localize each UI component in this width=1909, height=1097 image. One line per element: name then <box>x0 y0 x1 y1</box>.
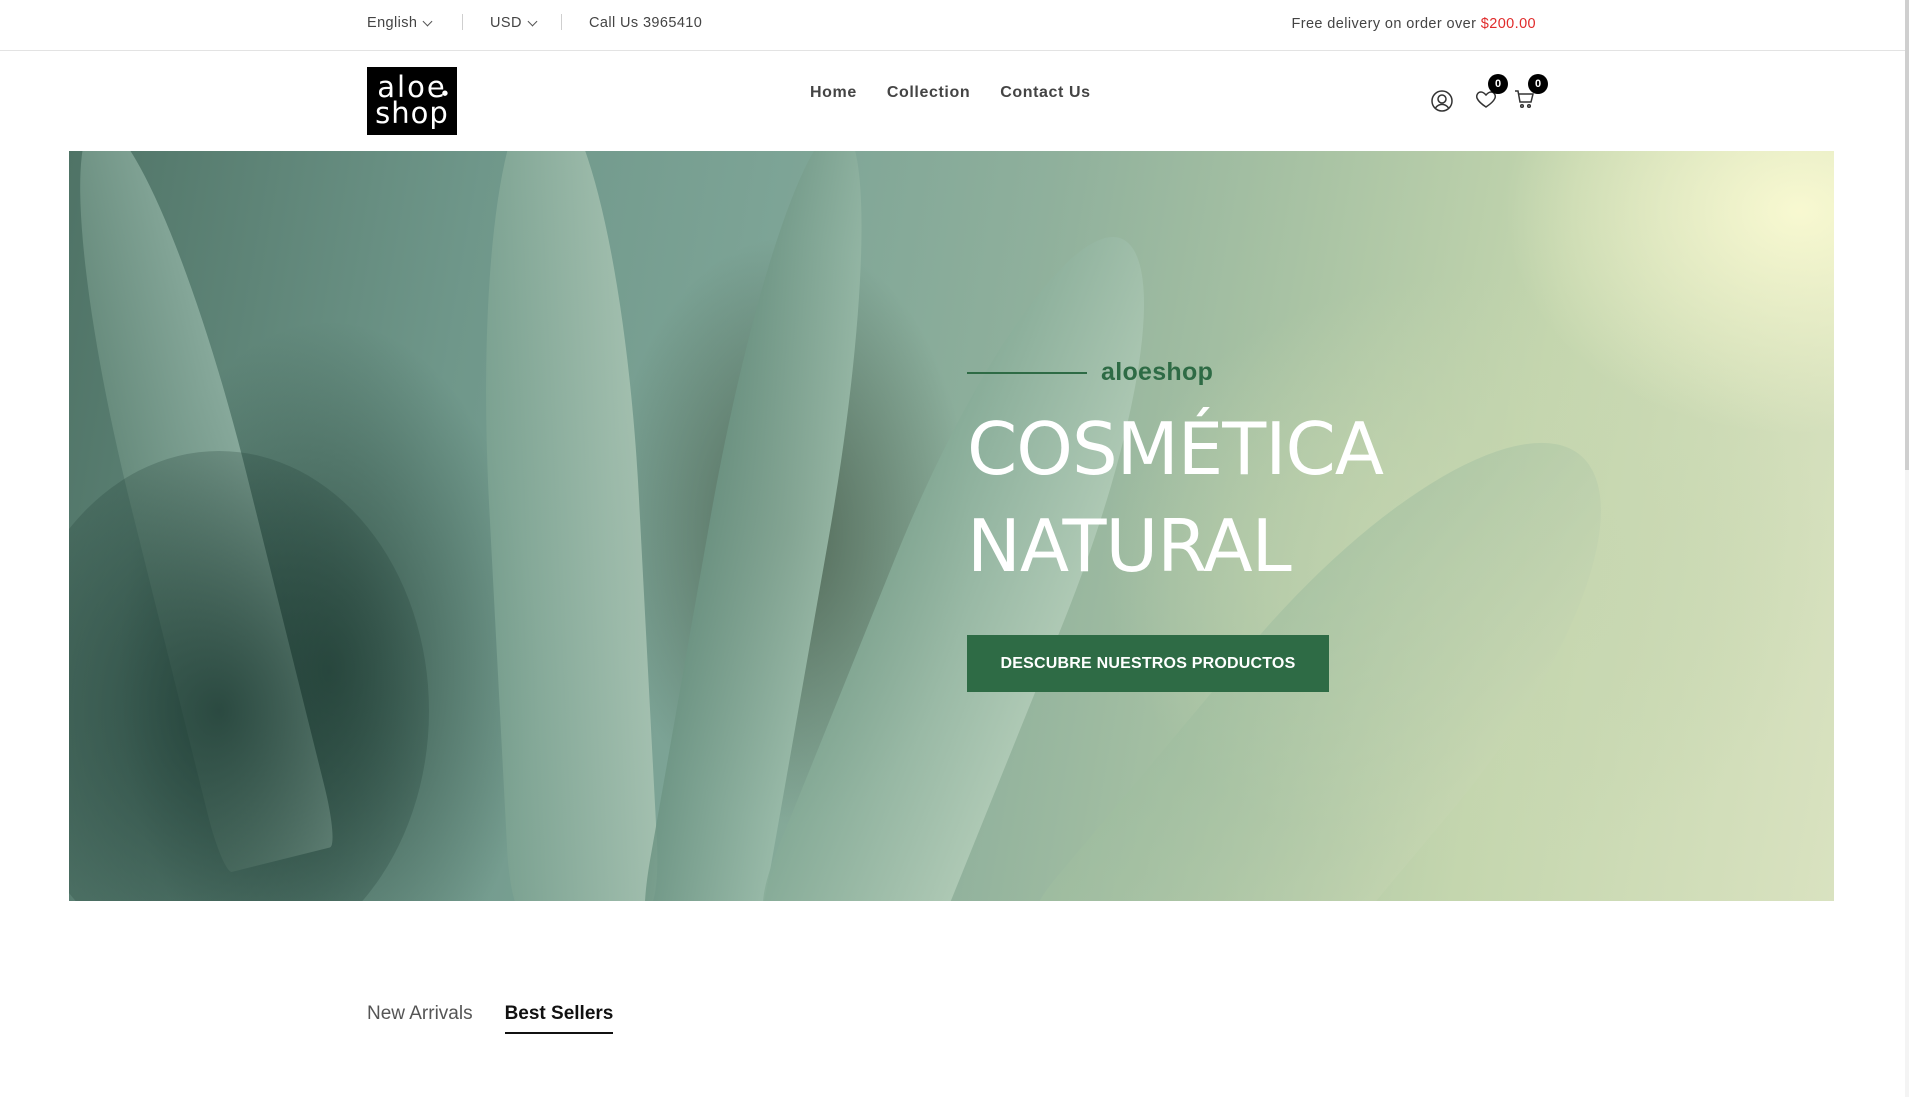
phone-text: Call Us 3965410 <box>589 15 702 31</box>
hero-brand-text: aloeshop <box>1101 358 1214 386</box>
hero-content: aloeshop COSMÉTICA NATURAL DESCUBRE NUES… <box>967 358 1527 692</box>
product-tabs: New Arrivals Best Sellers <box>367 1003 614 1034</box>
page-scrollbar[interactable] <box>1905 0 1909 1097</box>
hero-headline: COSMÉTICA NATURAL <box>967 401 1527 595</box>
top-utility-bar: English USD Call Us 3965410 Free deliver… <box>0 0 1905 51</box>
currency-label: USD <box>490 15 522 31</box>
tab-best-sellers[interactable]: Best Sellers <box>504 1003 614 1034</box>
aloe-leaf-decoration <box>467 151 661 901</box>
language-label: English <box>367 15 418 31</box>
site-logo[interactable]: aloe shop ● <box>367 67 457 135</box>
discover-products-button[interactable]: DESCUBRE NUESTROS PRODUCTOS <box>967 635 1329 692</box>
chevron-down-icon <box>422 16 433 26</box>
chevron-down-icon <box>527 16 538 26</box>
hero-brand-line: aloeshop <box>967 358 1527 387</box>
scrollbar-thumb[interactable] <box>1905 0 1909 470</box>
nav-contact-us[interactable]: Contact Us <box>1000 84 1090 102</box>
delivery-text: Free delivery on order over <box>1291 16 1481 32</box>
cart-count-badge: 0 <box>1528 74 1548 94</box>
wishlist-count-badge: 0 <box>1488 74 1508 94</box>
header-icons: 0 0 <box>1430 74 1560 125</box>
hero-banner: aloeshop COSMÉTICA NATURAL DESCUBRE NUES… <box>69 151 1834 901</box>
nav-collection[interactable]: Collection <box>887 84 970 102</box>
main-nav: Home Collection Contact Us <box>810 84 1091 102</box>
brand-rule <box>967 371 1087 374</box>
language-selector[interactable]: English <box>367 15 433 31</box>
currency-selector[interactable]: USD <box>490 15 538 31</box>
wishlist-button[interactable]: 0 <box>1474 74 1508 111</box>
divider <box>462 14 463 30</box>
hero-headline-line2: NATURAL <box>967 504 1292 588</box>
hero-headline-line1: COSMÉTICA <box>967 407 1384 491</box>
divider <box>561 14 562 30</box>
cart-button[interactable]: 0 <box>1512 74 1548 111</box>
tab-new-arrivals[interactable]: New Arrivals <box>367 1003 473 1034</box>
user-icon[interactable] <box>1430 89 1454 113</box>
aloe-leaf-decoration <box>69 451 429 901</box>
delivery-notice: Free delivery on order over $200.00 <box>1291 16 1536 32</box>
phone-label: Call Us 3965410 <box>589 15 703 31</box>
delivery-amount: $200.00 <box>1480 16 1536 32</box>
nav-home[interactable]: Home <box>810 84 857 102</box>
logo-trademark-mark: ● <box>441 89 448 97</box>
site-header: aloe shop ● Home Collection Contact Us 0 <box>0 51 1905 151</box>
